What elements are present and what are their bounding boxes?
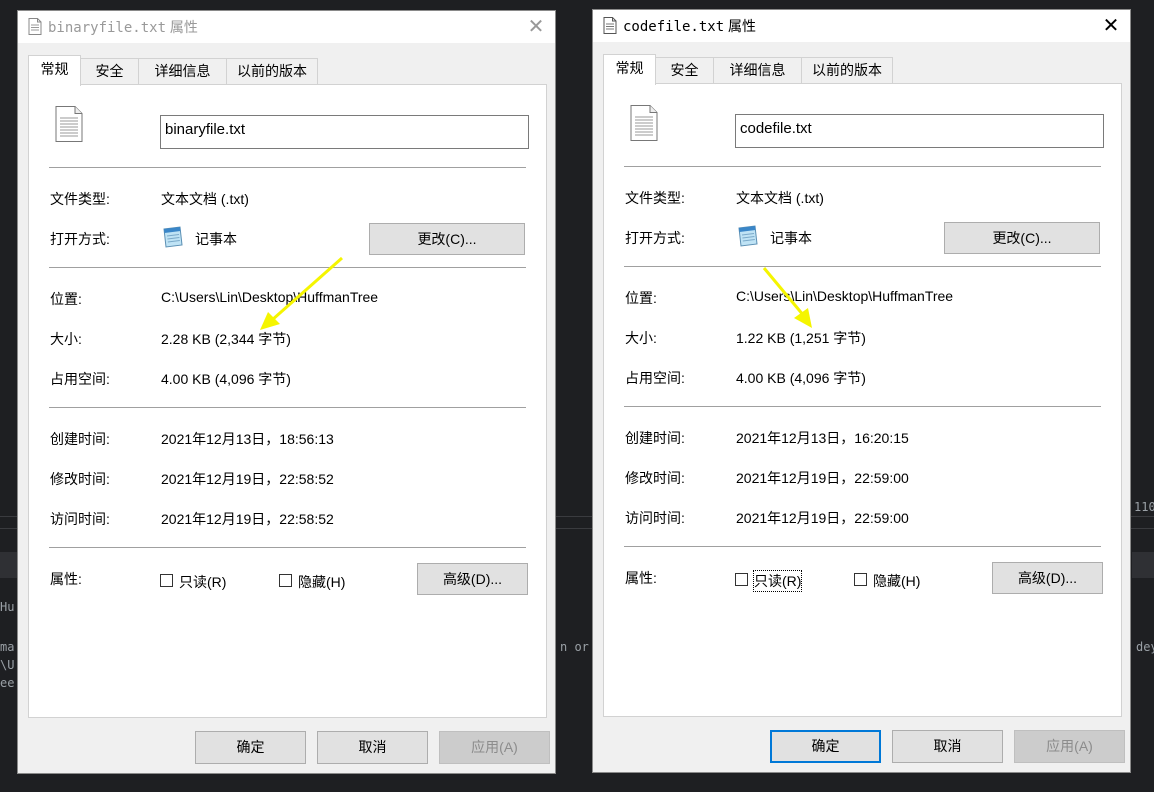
tab-security[interactable]: 安全 [80,58,139,84]
hidden-label[interactable]: 隐藏(H) [298,572,345,592]
filename-input[interactable]: codefile.txt [735,114,1104,148]
label-location: 位置: [625,290,657,306]
bg-text: ee [0,676,15,690]
bg-text: ma [0,640,15,654]
value-modified: 2021年12月19日，22:59:00 [736,470,909,486]
properties-dialog-binaryfile: binaryfile.txt 属性 ✕ 常规 安全 详细信息 以前的版本 bin… [17,10,556,774]
divider [624,166,1101,167]
label-opens-with: 打开方式: [625,230,685,246]
value-opens-with: 记事本 [770,230,812,246]
tab-previous-versions[interactable]: 以前的版本 [801,57,893,83]
value-opens-with: 记事本 [195,231,237,247]
tab-security[interactable]: 安全 [655,57,714,83]
readonly-label[interactable]: 只读(R) [179,572,226,592]
general-panel: codefile.txt 文件类型: 文本文档 (.txt) 打开方式: 记事本… [603,83,1122,717]
change-button[interactable]: 更改(C)... [369,223,525,255]
close-button[interactable]: ✕ [527,16,545,36]
hidden-checkbox[interactable] [279,574,292,587]
properties-dialog-codefile: codefile.txt 属性 ✕ 常规 安全 详细信息 以前的版本 codef… [592,9,1131,773]
value-location: C:\Users\Lin\Desktop\HuffmanTree [736,288,954,304]
label-size-on-disk: 占用空间: [50,371,110,387]
label-attributes: 属性: [625,570,657,586]
title-bar[interactable]: binaryfile.txt 属性 ✕ [18,11,555,43]
apply-button[interactable]: 应用(A) [439,731,550,764]
title-filename: binaryfile.txt [48,20,167,36]
bg-text: n or [560,640,589,654]
label-size-on-disk: 占用空间: [625,370,685,386]
text-file-icon [28,18,42,35]
bg-text: \U [0,658,15,672]
advanced-button[interactable]: 高级(D)... [417,563,528,595]
bg-text: dey [1136,640,1154,654]
notepad-icon [163,226,183,248]
text-file-icon [603,17,617,34]
tab-details[interactable]: 详细信息 [138,58,227,84]
bg-text: Hu [0,600,15,614]
label-file-type: 文件类型: [50,191,110,207]
bg-chip [0,552,18,578]
value-created: 2021年12月13日，16:20:15 [736,430,909,446]
title-suffix: 属性 [169,19,198,35]
value-accessed: 2021年12月19日，22:59:00 [736,510,909,526]
label-location: 位置: [50,291,82,307]
window-title: codefile.txt 属性 [623,17,756,36]
file-icon [55,106,83,142]
value-size-on-disk: 4.00 KB (4,096 字节) [736,370,866,386]
divider [49,167,526,168]
hidden-checkbox[interactable] [854,573,867,586]
readonly-checkbox[interactable] [735,573,748,586]
bg-chip [1132,552,1154,578]
readonly-checkbox[interactable] [160,574,173,587]
label-attributes: 属性: [50,571,82,587]
value-file-type: 文本文档 (.txt) [736,190,824,206]
apply-button[interactable]: 应用(A) [1014,730,1125,763]
divider [624,546,1101,547]
value-size: 2.28 KB (2,344 字节) [161,331,291,347]
label-file-type: 文件类型: [625,190,685,206]
value-size: 1.22 KB (1,251 字节) [736,330,866,346]
label-size: 大小: [50,331,82,347]
value-accessed: 2021年12月19日，22:58:52 [161,511,334,527]
tab-details[interactable]: 详细信息 [713,57,802,83]
label-created: 创建时间: [50,431,110,447]
title-filename: codefile.txt [623,19,725,35]
label-created: 创建时间: [625,430,685,446]
label-accessed: 访问时间: [625,510,685,526]
ok-button[interactable]: 确定 [770,730,881,763]
label-opens-with: 打开方式: [50,231,110,247]
notepad-icon [738,225,758,247]
label-modified: 修改时间: [625,470,685,486]
advanced-button[interactable]: 高级(D)... [992,562,1103,594]
tab-previous-versions[interactable]: 以前的版本 [226,58,318,84]
value-location: C:\Users\Lin\Desktop\HuffmanTree [161,289,379,305]
divider [49,267,526,268]
change-button[interactable]: 更改(C)... [944,222,1100,254]
window-title: binaryfile.txt 属性 [48,18,198,37]
divider [624,266,1101,267]
bg-text: 110 [1134,500,1154,514]
value-size-on-disk: 4.00 KB (4,096 字节) [161,371,291,387]
value-file-type: 文本文档 (.txt) [161,191,249,207]
title-suffix: 属性 [728,18,757,34]
cancel-button[interactable]: 取消 [317,731,428,764]
hidden-label[interactable]: 隐藏(H) [873,571,920,591]
label-modified: 修改时间: [50,471,110,487]
divider [49,547,526,548]
general-panel: binaryfile.txt 文件类型: 文本文档 (.txt) 打开方式: 记… [28,84,547,718]
value-modified: 2021年12月19日，22:58:52 [161,471,334,487]
tab-general[interactable]: 常规 [28,55,81,86]
title-bar[interactable]: codefile.txt 属性 ✕ [593,10,1130,42]
readonly-label[interactable]: 只读(R) [752,570,803,592]
cancel-button[interactable]: 取消 [892,730,1003,763]
close-button[interactable]: ✕ [1102,15,1120,35]
divider [624,406,1101,407]
filename-input[interactable]: binaryfile.txt [160,115,529,149]
ok-button[interactable]: 确定 [195,731,306,764]
value-created: 2021年12月13日，18:56:13 [161,431,334,447]
file-icon [630,105,658,141]
label-accessed: 访问时间: [50,511,110,527]
label-size: 大小: [625,330,657,346]
divider [49,407,526,408]
tab-general[interactable]: 常规 [603,54,656,85]
